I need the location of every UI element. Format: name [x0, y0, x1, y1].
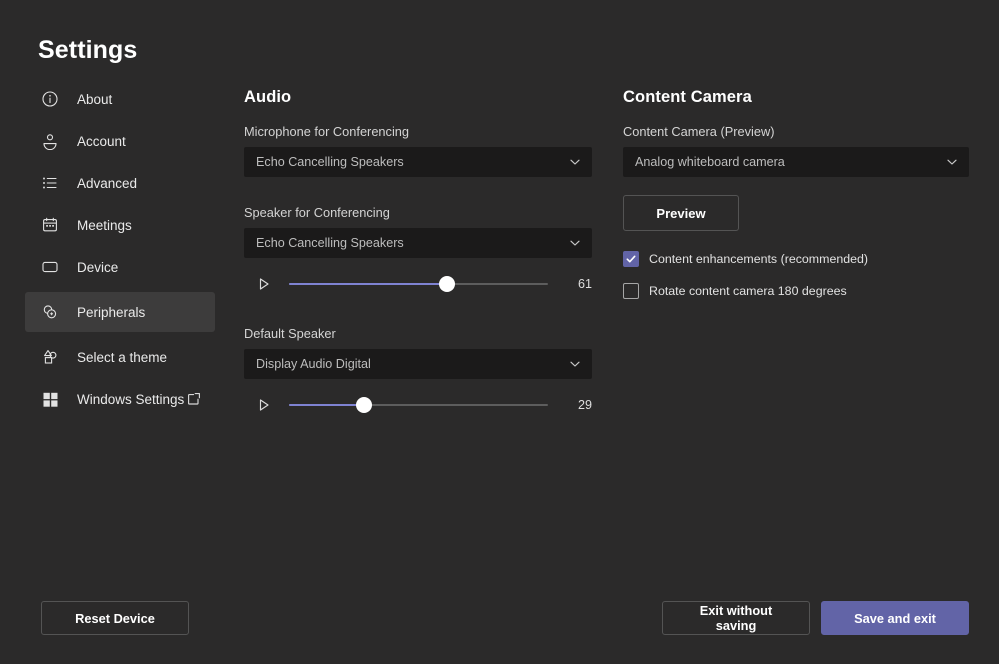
play-test-sound-icon[interactable] — [256, 397, 272, 413]
windows-logo-icon — [40, 389, 60, 409]
sidebar-nav: About Account Advanced Meetings Device Periph… — [25, 82, 215, 424]
checkbox-label: Content enhancements (recommended) — [649, 252, 868, 266]
sidebar-item-advanced[interactable]: Advanced — [25, 166, 215, 200]
slider-fill — [289, 283, 447, 285]
checkbox-row-1[interactable]: Rotate content camera 180 degrees — [623, 283, 969, 299]
slider-thumb[interactable] — [356, 397, 372, 413]
content-camera-section-title: Content Camera — [623, 88, 969, 107]
microphone-select-value: Echo Cancelling Speakers — [245, 155, 404, 169]
speaker-conferencing-volume-value: 61 — [562, 277, 592, 291]
sidebar-item-meetings[interactable]: Meetings — [25, 208, 215, 242]
sidebar-item-account[interactable]: Account — [25, 124, 215, 158]
checkbox-checked-icon[interactable] — [623, 251, 639, 267]
peripherals-icon — [40, 302, 60, 322]
theme-shapes-icon — [40, 347, 60, 367]
preview-button[interactable]: Preview — [623, 195, 739, 231]
slider-fill — [289, 404, 364, 406]
content-camera-section: Content Camera Content Camera (Preview) … — [623, 88, 969, 299]
sidebar-item-select-a-theme[interactable]: Select a theme — [25, 340, 215, 374]
sidebar-item-label: Select a theme — [77, 350, 167, 365]
default-speaker-label: Default Speaker — [244, 326, 592, 341]
monitor-icon — [40, 257, 60, 277]
checkbox-unchecked-icon[interactable] — [623, 283, 639, 299]
content-camera-select-value: Analog whiteboard camera — [624, 155, 785, 169]
slider-thumb[interactable] — [439, 276, 455, 292]
exit-without-saving-button[interactable]: Exit without saving — [662, 601, 810, 635]
list-icon — [40, 173, 60, 193]
content-camera-label: Content Camera (Preview) — [623, 124, 969, 139]
calendar-icon — [40, 215, 60, 235]
speaker-conferencing-select[interactable]: Echo Cancelling Speakers — [244, 228, 592, 258]
speaker-conferencing-select-value: Echo Cancelling Speakers — [245, 236, 404, 250]
content-camera-checkbox-list: Content enhancements (recommended) Rotate… — [623, 251, 969, 299]
sidebar-item-label: Meetings — [77, 218, 132, 233]
microphone-select[interactable]: Echo Cancelling Speakers — [244, 147, 592, 177]
checkbox-label: Rotate content camera 180 degrees — [649, 284, 847, 298]
sidebar-item-label: About — [77, 92, 112, 107]
sidebar-item-windows-settings[interactable]: Windows Settings — [25, 382, 215, 416]
checkbox-row-0[interactable]: Content enhancements (recommended) — [623, 251, 969, 267]
info-circle-icon — [40, 89, 60, 109]
sidebar-item-peripherals[interactable]: Peripherals — [25, 292, 215, 332]
default-speaker-select-value: Display Audio Digital — [245, 357, 371, 371]
audio-section-title: Audio — [244, 88, 592, 107]
sidebar-item-label: Device — [77, 260, 118, 275]
external-link-icon[interactable] — [187, 392, 201, 406]
sidebar-item-device[interactable]: Device — [25, 250, 215, 284]
default-speaker-volume-value: 29 — [562, 398, 592, 412]
default-speaker-volume-slider[interactable] — [289, 396, 548, 414]
chevron-down-icon — [946, 156, 958, 168]
default-speaker-volume-row: 29 — [244, 391, 592, 419]
audio-section: Audio Microphone for Conferencing Echo C… — [244, 88, 592, 419]
sidebar-item-about[interactable]: About — [25, 82, 215, 116]
chevron-down-icon — [569, 237, 581, 249]
person-icon — [40, 131, 60, 151]
page-title: Settings — [38, 36, 137, 65]
microphone-label: Microphone for Conferencing — [244, 124, 592, 139]
chevron-down-icon — [569, 156, 581, 168]
play-test-sound-icon[interactable] — [256, 276, 272, 292]
speaker-conferencing-volume-row: 61 — [244, 270, 592, 298]
save-and-exit-button[interactable]: Save and exit — [821, 601, 969, 635]
reset-device-button[interactable]: Reset Device — [41, 601, 189, 635]
sidebar-item-label: Account — [77, 134, 126, 149]
sidebar-item-label: Windows Settings — [77, 392, 184, 407]
content-camera-select[interactable]: Analog whiteboard camera — [623, 147, 969, 177]
speaker-conferencing-volume-slider[interactable] — [289, 275, 548, 293]
sidebar-item-label: Advanced — [77, 176, 137, 191]
sidebar-item-label: Peripherals — [77, 305, 145, 320]
speaker-conferencing-label: Speaker for Conferencing — [244, 205, 592, 220]
default-speaker-select[interactable]: Display Audio Digital — [244, 349, 592, 379]
chevron-down-icon — [569, 358, 581, 370]
